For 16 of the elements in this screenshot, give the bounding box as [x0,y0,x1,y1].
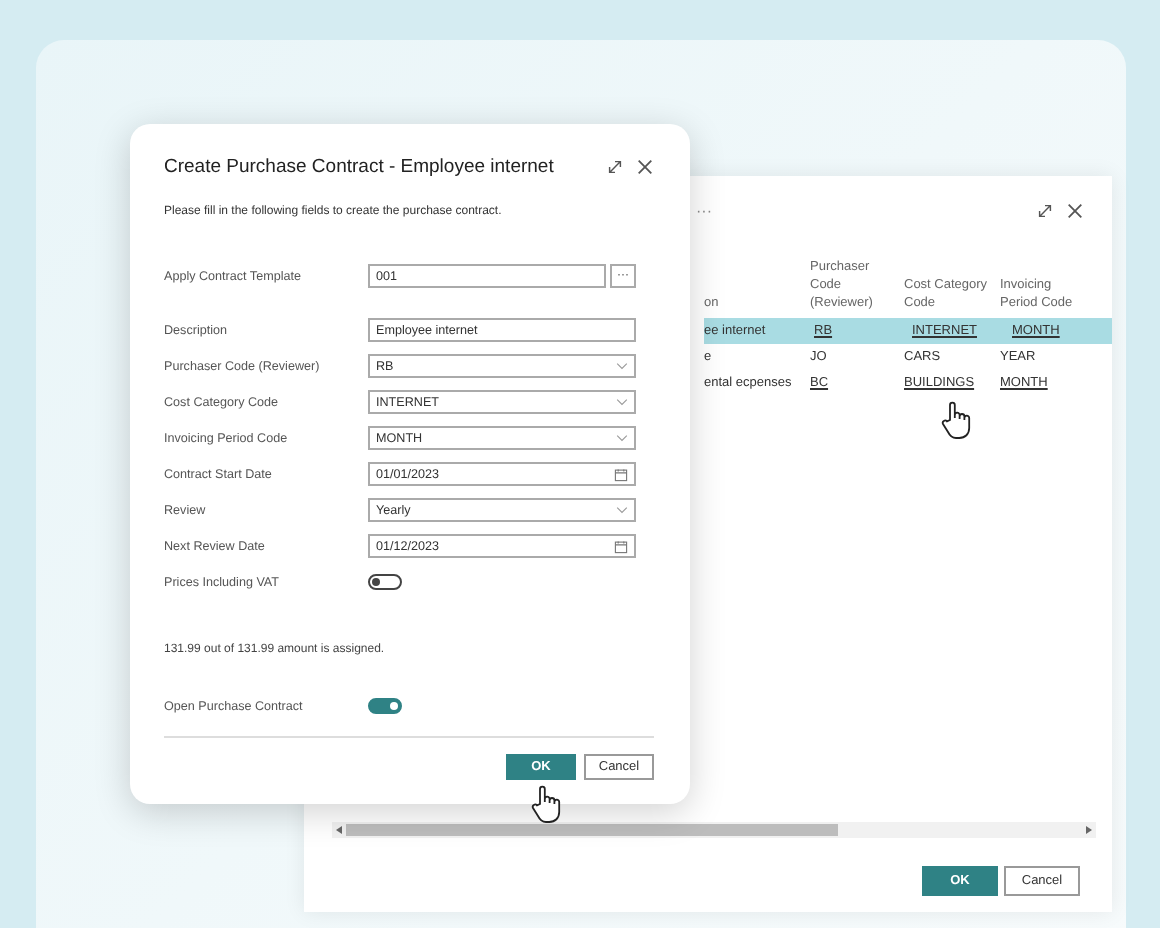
expand-icon[interactable] [606,158,624,176]
toggle-switch[interactable] [368,698,402,714]
chevron-down-icon [616,362,628,370]
close-icon[interactable] [1066,201,1084,219]
calendar-icon [614,539,628,553]
toggle-switch[interactable] [368,574,402,590]
calendar-icon [614,467,628,481]
horizontal-scrollbar[interactable] [332,822,1096,838]
hand-cursor-icon [940,400,972,440]
expand-icon[interactable] [1036,201,1054,219]
more-menu[interactable]: ··· [696,201,712,219]
close-icon[interactable] [636,158,654,176]
chevron-down-icon [616,434,628,442]
chevron-down-icon [616,398,628,406]
chevron-down-icon [616,506,628,514]
dialog-title: Create Purchase Contract - Employee internet [164,156,554,178]
